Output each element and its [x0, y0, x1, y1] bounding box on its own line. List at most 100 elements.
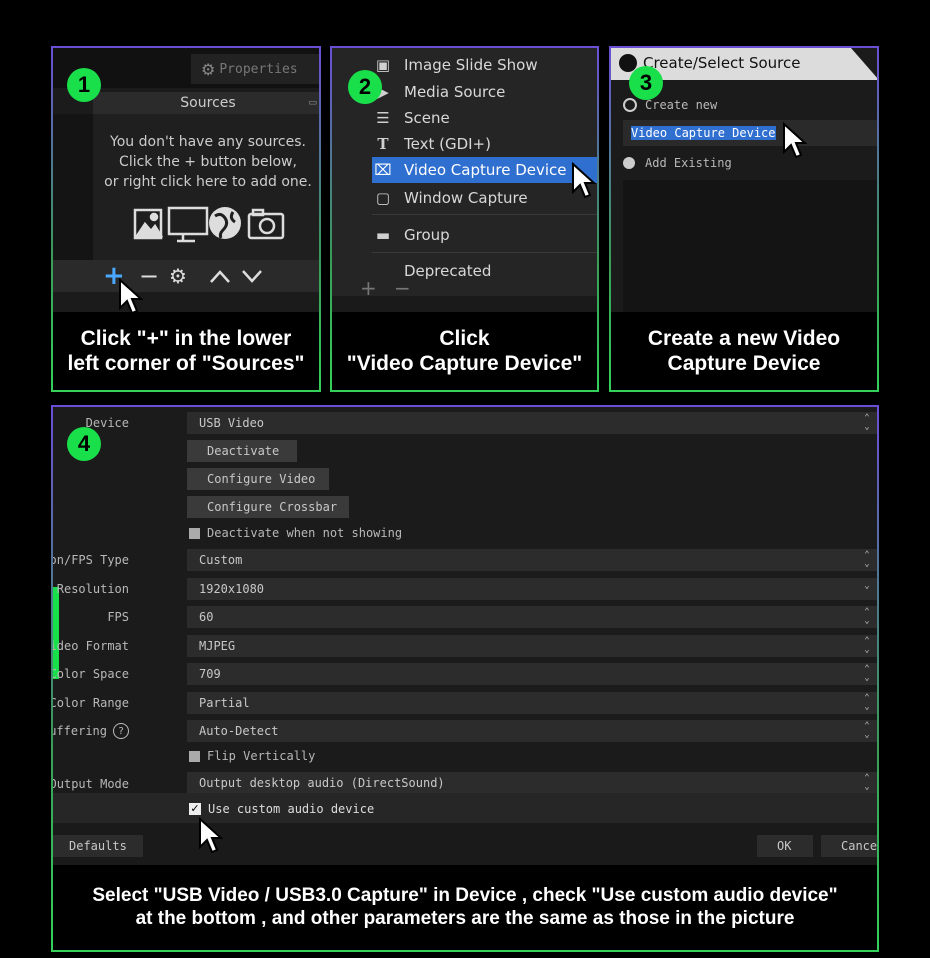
text-icon: T: [377, 135, 389, 153]
gear-icon: ⚙: [201, 59, 216, 79]
buffering-select[interactable]: Auto-Detect ⌃ ⌄: [187, 720, 877, 742]
use-custom-audio-checkbox[interactable]: ✓ Use custom audio device: [189, 802, 374, 816]
menu-item-label: Image Slide Show: [404, 56, 538, 74]
create-new-label: Create new: [645, 98, 718, 112]
menu-item-label: Media Source: [404, 83, 506, 101]
source-settings-gear-icon[interactable]: ⚙: [169, 264, 187, 288]
menu-item-image-slide-show[interactable]: ▣ Image Slide Show: [372, 52, 597, 78]
resolution-select[interactable]: 1920x1080 ⌄: [187, 578, 877, 600]
step-badge: 3: [629, 66, 663, 100]
configure-video-button[interactable]: Configure Video: [187, 468, 329, 490]
color-space-select[interactable]: 709 ⌃ ⌄: [187, 663, 877, 685]
pointer-cursor-icon: [572, 162, 596, 199]
menu-item-video-capture-device[interactable]: ⌧ Video Capture Device: [372, 157, 597, 183]
flip-vertically-checkbox[interactable]: Flip Vertically: [189, 749, 315, 763]
slideshow-icon: ▣: [375, 56, 391, 74]
color-range-select[interactable]: Partial ⌃ ⌄: [187, 692, 877, 714]
checkbox-label: Deactivate when not showing: [207, 526, 403, 540]
properties-label: Properties: [219, 61, 298, 77]
source-type-icons: [133, 206, 285, 243]
step-badge: 4: [67, 427, 101, 461]
monitor-icon: [167, 206, 209, 243]
list-icon: ☰: [376, 109, 390, 127]
field-value: 60: [199, 610, 214, 624]
step4-panel: 4 Device USB Video ⌃ ⌄ Deactivate Configu…: [51, 405, 879, 952]
menu-item-window-capture[interactable]: ▢ Window Capture: [372, 185, 597, 211]
caption-line: "Video Capture Device": [346, 352, 583, 375]
menu-item-label: Group: [404, 226, 450, 244]
sources-toolbar: + − ⚙: [53, 260, 319, 292]
device-select[interactable]: USB Video ⌃ ⌄: [187, 412, 877, 434]
properties-tab[interactable]: ⚙ Properties: [191, 54, 319, 84]
add-existing-label: Add Existing: [645, 156, 732, 170]
sources-title: Sources: [180, 95, 236, 111]
field-label: Color Range: [51, 696, 129, 710]
radio-filled-icon: [623, 157, 635, 169]
checkbox-icon: [189, 750, 200, 762]
device-value: USB Video: [199, 416, 265, 430]
globe-icon: [209, 207, 241, 239]
step4-caption: Select "USB Video / USB3.0 Capture" in D…: [53, 865, 877, 950]
step-badge: 2: [348, 70, 382, 104]
spinner-icon: ⌃ ⌄: [864, 693, 870, 712]
pointer-cursor-icon: [783, 122, 807, 159]
camera-icon: [247, 208, 285, 240]
menu-item-label: Window Capture: [404, 189, 528, 207]
audio-output-label: Audio Output Mode: [51, 777, 129, 791]
behind-toolbar: + −: [332, 276, 597, 306]
buffering-label: Buffering: [53, 724, 107, 738]
cancel-button[interactable]: Cancel: [821, 835, 877, 857]
resolution-fps-type-select[interactable]: Custom ⌃ ⌄: [187, 549, 877, 571]
deactivate-button[interactable]: Deactivate: [187, 440, 297, 462]
pointer-cursor-icon: [199, 817, 223, 854]
caption-line: Capture Device: [667, 352, 821, 375]
menu-item-media-source[interactable]: ▶ Media Source: [372, 79, 597, 105]
folder-icon: ▬: [375, 226, 391, 244]
spinner-icon: ⌃ ⌄: [864, 664, 870, 683]
spinner-icon: ⌃ ⌄: [864, 413, 870, 432]
existing-sources-list[interactable]: [623, 180, 877, 316]
create-new-radio[interactable]: Create new: [623, 98, 717, 112]
chevron-down-icon: ⌄: [864, 581, 870, 591]
move-down-icon[interactable]: [241, 268, 263, 284]
button-bar: [53, 823, 877, 867]
field-value: Output desktop audio (DirectSound): [199, 776, 445, 790]
checkbox-icon: [189, 527, 200, 539]
caption-line: Create a new Video: [647, 326, 841, 350]
sources-list[interactable]: You don't have any sources. Click the + …: [93, 114, 319, 260]
source-name-input[interactable]: Video Capture Device: [623, 120, 877, 146]
menu-item-label: Scene: [404, 109, 450, 127]
field-label: Resolution/FPS Type: [53, 553, 129, 567]
checkbox-checked-icon: ✓: [189, 802, 201, 815]
field-value: Custom: [199, 553, 243, 567]
caption-line: Select "USB Video / USB3.0 Capture" in D…: [92, 884, 838, 906]
menu-item-group[interactable]: ▬ Group: [372, 222, 597, 248]
empty-line-3: or right click here to add one.: [104, 174, 312, 190]
ok-button[interactable]: OK: [757, 835, 813, 857]
button-label: Configure Video: [207, 472, 316, 486]
custom-audio-row: [53, 793, 877, 823]
caption-line: left corner of "Sources": [67, 352, 305, 375]
spinner-icon: ⌃ ⌄: [864, 607, 870, 626]
field-value: 709: [199, 667, 221, 681]
configure-crossbar-button[interactable]: Configure Crossbar: [187, 496, 349, 518]
audio-output-select[interactable]: Output desktop audio (DirectSound) ⌃ ⌄: [187, 772, 877, 794]
field-label: Resolution: [56, 582, 129, 596]
step3-panel: Create/Select Source 3 Create new Video …: [609, 46, 879, 392]
video-format-select[interactable]: MJPEG ⌃ ⌄: [187, 635, 877, 657]
field-label: Buffering ?: [53, 723, 129, 739]
field-value: Partial: [199, 696, 250, 710]
deactivate-when-not-showing-checkbox[interactable]: Deactivate when not showing: [189, 526, 402, 540]
add-existing-radio[interactable]: Add Existing: [623, 156, 732, 170]
sources-header: Sources ▭: [93, 92, 319, 114]
menu-item-text[interactable]: T Text (GDI+): [372, 131, 597, 157]
spinner-icon: ⌃ ⌄: [864, 721, 870, 740]
defaults-button[interactable]: Defaults: [53, 835, 143, 857]
caption-line: Click "+" in the lower: [80, 326, 292, 350]
fps-select[interactable]: 60 ⌃ ⌄: [187, 606, 877, 628]
empty-line-1: You don't have any sources.: [110, 134, 306, 150]
button-label: Deactivate: [207, 444, 280, 458]
help-icon[interactable]: ?: [113, 723, 129, 739]
menu-item-scene[interactable]: ☰ Scene: [372, 105, 597, 131]
move-up-icon[interactable]: [209, 268, 231, 284]
